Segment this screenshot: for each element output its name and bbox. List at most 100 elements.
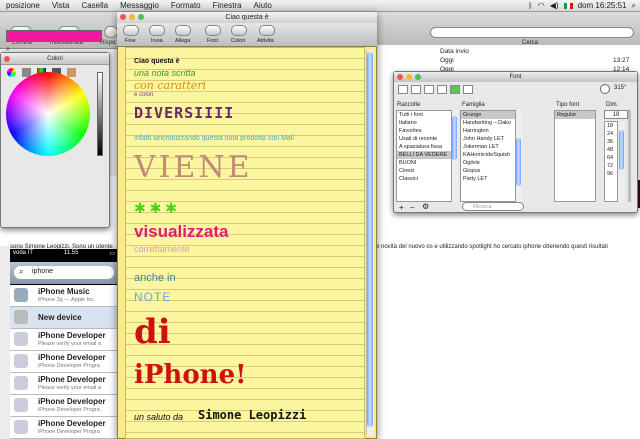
bluetooth-icon[interactable]: ᛒ (528, 1, 533, 10)
color-wheel-tab-icon[interactable] (7, 68, 16, 77)
shadow-angle-dial[interactable] (600, 84, 610, 94)
family-list[interactable]: Grunge Handwriting – Dako Harrington Joh… (460, 110, 516, 202)
shadow-button[interactable] (463, 85, 473, 94)
family-scroll-thumb[interactable] (516, 138, 521, 186)
colors-title-bar[interactable]: Colori (1, 53, 109, 65)
font-search-input[interactable]: Ricerca (462, 202, 524, 211)
collection-item[interactable]: Tutti i font (397, 111, 451, 119)
size-field[interactable]: 18 (604, 110, 628, 119)
menu-finestra[interactable]: Finestra (207, 1, 248, 10)
size-item[interactable]: 18 (605, 122, 617, 130)
collections-list[interactable]: Tutti i font Italiano Favorites Usati di… (396, 110, 452, 202)
strikethrough-button[interactable] (411, 85, 421, 94)
remove-collection-button[interactable]: − (410, 203, 415, 212)
result-row[interactable]: iPhone Developer Please verify your emai… (10, 329, 118, 351)
menu-casella[interactable]: Casella (75, 1, 114, 10)
color-swatch[interactable] (6, 30, 102, 42)
family-item[interactable]: Ogilvie (461, 159, 515, 167)
add-collection-button[interactable]: + (399, 203, 404, 212)
gear-icon[interactable]: ⚙ (422, 202, 429, 211)
close-icon[interactable] (120, 14, 126, 20)
menu-posizione[interactable]: posizione (0, 1, 46, 10)
typeface-list[interactable]: Regular (554, 110, 596, 202)
family-item[interactable]: Party LET (461, 175, 515, 183)
flag-italy-icon[interactable] (563, 2, 573, 9)
result-row[interactable]: iPhone Developer iPhone Developer Progra (10, 417, 118, 439)
note-scroll-thumb[interactable] (367, 52, 373, 427)
send-button[interactable] (149, 25, 165, 36)
size-slider[interactable] (628, 110, 631, 202)
zoom-icon[interactable] (415, 74, 421, 80)
size-item[interactable]: 36 (605, 138, 617, 146)
wifi-icon[interactable]: ◠ (538, 1, 545, 10)
note-line: VIENE (134, 150, 253, 185)
size-item[interactable]: 72 (605, 162, 617, 170)
collection-item[interactable]: Cinesi (397, 167, 451, 175)
mail-search-input[interactable] (430, 27, 634, 38)
menu-aiuto[interactable]: Aiuto (248, 1, 278, 10)
reply-button[interactable] (104, 26, 118, 38)
todo-button[interactable] (259, 25, 275, 36)
collections-scroll-thumb[interactable] (452, 116, 457, 160)
attach-button[interactable] (175, 25, 191, 36)
document-color-button[interactable] (437, 85, 447, 94)
size-scroll-thumb[interactable] (619, 130, 624, 170)
font-button[interactable] (205, 25, 221, 36)
column-header-date[interactable]: Data invio (440, 48, 469, 55)
note-window-title: Ciao questa è (225, 14, 269, 21)
size-item[interactable]: 48 (605, 146, 617, 154)
menu-formato[interactable]: Formato (165, 1, 207, 10)
size-item[interactable]: 64 (605, 154, 617, 162)
font-label: Font (207, 38, 219, 44)
result-row[interactable]: iPhone Music iPhone 3g — Apple Inc. (10, 285, 118, 307)
minimize-icon[interactable] (406, 74, 412, 80)
typeface-item[interactable]: Regular (555, 111, 595, 119)
family-item[interactable]: Harrington (461, 127, 515, 135)
colors-button[interactable] (231, 25, 247, 36)
collection-item[interactable]: BUONI (397, 159, 451, 167)
family-item[interactable]: KAHomicideSquish (461, 151, 515, 159)
result-row[interactable]: New device (10, 307, 118, 329)
size-item[interactable]: 96 (605, 170, 617, 178)
reply-label: Rispo (100, 40, 116, 46)
text-color-swatch[interactable] (450, 85, 460, 94)
result-row[interactable]: iPhone Developer iPhone Developer Progra (10, 395, 118, 417)
collection-item[interactable]: Favorites (397, 127, 451, 135)
zoom-icon[interactable] (138, 14, 144, 20)
minimize-icon[interactable] (129, 14, 135, 20)
color-wheel[interactable] (6, 72, 90, 156)
collection-item[interactable]: Usati di recente (397, 135, 451, 143)
iphone-search-input[interactable]: iphone (14, 266, 114, 279)
family-item[interactable]: Jokerman LET (461, 143, 515, 151)
family-item[interactable]: Glopus (461, 167, 515, 175)
close-icon[interactable] (397, 74, 403, 80)
result-row[interactable]: iPhone Developer iPhone Developer Progra (10, 351, 118, 373)
size-item[interactable]: 24 (605, 130, 617, 138)
collection-item[interactable]: Italiano (397, 119, 451, 127)
magnifier-icon[interactable]: ⌕ (6, 46, 10, 54)
mail-icon (14, 354, 28, 368)
brightness-slider[interactable] (97, 72, 103, 156)
message-date[interactable]: Oggi (440, 57, 454, 64)
clock[interactable]: dom 16:25:51 (578, 1, 627, 10)
spotlight-icon[interactable]: ⌕ (632, 1, 636, 11)
crayons-tab-icon[interactable] (67, 68, 76, 77)
text-color-button[interactable] (424, 85, 434, 94)
family-item[interactable]: Handwriting – Dako (461, 119, 515, 127)
font-title-bar[interactable]: Font (394, 72, 637, 82)
collection-item[interactable]: A spaziatura fissa (397, 143, 451, 151)
family-item[interactable]: Grunge (461, 111, 515, 119)
family-item[interactable]: John Handy LET (461, 135, 515, 143)
collection-item[interactable]: Classici (397, 175, 451, 183)
menu-messaggio[interactable]: Messaggio (114, 1, 165, 10)
done-button[interactable] (123, 25, 139, 36)
menu-vista[interactable]: Vista (46, 1, 76, 10)
result-title: iPhone Developer (38, 353, 106, 362)
underline-button[interactable] (398, 85, 408, 94)
volume-icon[interactable]: ◀) (550, 1, 559, 10)
note-title-bar[interactable]: Ciao questa è (117, 12, 377, 23)
result-row[interactable]: iPhone Developer Please verify your emai… (10, 373, 118, 395)
size-list[interactable]: 18 24 36 48 64 72 96 (604, 121, 618, 202)
close-icon[interactable] (4, 56, 10, 62)
collection-item[interactable]: BELLI DA VEDERE (397, 151, 451, 159)
